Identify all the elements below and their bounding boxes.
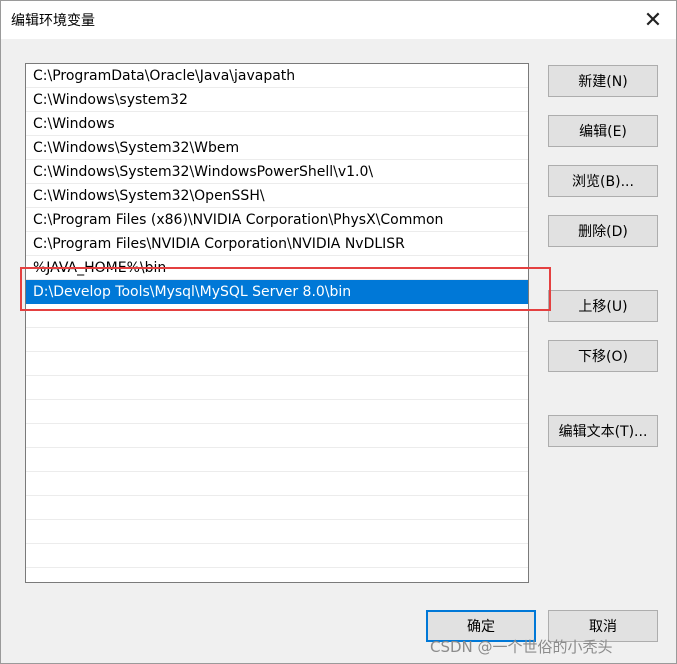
move-up-button[interactable]: 上移(U)	[548, 290, 658, 322]
list-item[interactable]: C:\Windows\System32\OpenSSH\	[26, 184, 528, 208]
close-icon[interactable]: ✕	[630, 1, 676, 39]
new-button[interactable]: 新建(N)	[548, 65, 658, 97]
dialog-title: 编辑环境变量	[11, 13, 95, 29]
move-down-button[interactable]: 下移(O)	[548, 340, 658, 372]
list-item[interactable]: C:\Program Files\NVIDIA Corporation\NVID…	[26, 232, 528, 256]
list-empty-row	[26, 448, 528, 472]
list-empty-row	[26, 376, 528, 400]
list-item[interactable]: C:\Windows\system32	[26, 88, 528, 112]
list-empty-row	[26, 352, 528, 376]
watermark: CSDN @一个世俗的小秃头	[430, 638, 613, 656]
edit-button[interactable]: 编辑(E)	[548, 115, 658, 147]
list-item[interactable]: C:\Windows	[26, 112, 528, 136]
delete-button[interactable]: 删除(D)	[548, 215, 658, 247]
list-item[interactable]: C:\Windows\System32\WindowsPowerShell\v1…	[26, 160, 528, 184]
list-item[interactable]: C:\Windows\System32\Wbem	[26, 136, 528, 160]
list-empty-row	[26, 472, 528, 496]
edit-text-button[interactable]: 编辑文本(T)...	[548, 415, 658, 447]
path-list[interactable]: C:\ProgramData\Oracle\Java\javapath C:\Wi…	[25, 63, 529, 583]
list-empty-row	[26, 520, 528, 544]
list-empty-row	[26, 568, 528, 582]
list-empty-row	[26, 496, 528, 520]
list-item[interactable]: %JAVA_HOME%\bin	[26, 256, 528, 280]
title-bar: 编辑环境变量 ✕	[1, 1, 676, 39]
list-empty-row	[26, 400, 528, 424]
list-item[interactable]: C:\Program Files (x86)\NVIDIA Corporatio…	[26, 208, 528, 232]
list-item[interactable]: C:\ProgramData\Oracle\Java\javapath	[26, 64, 528, 88]
list-empty-row	[26, 424, 528, 448]
edit-environment-variable-dialog: 编辑环境变量 ✕ C:\ProgramData\Oracle\Java\java…	[0, 0, 677, 664]
list-item[interactable]: D:\Develop Tools\Mysql\MySQL Server 8.0\…	[26, 280, 528, 304]
list-empty-row	[26, 304, 528, 328]
list-empty-row	[26, 328, 528, 352]
list-empty-row	[26, 544, 528, 568]
browse-button[interactable]: 浏览(B)...	[548, 165, 658, 197]
